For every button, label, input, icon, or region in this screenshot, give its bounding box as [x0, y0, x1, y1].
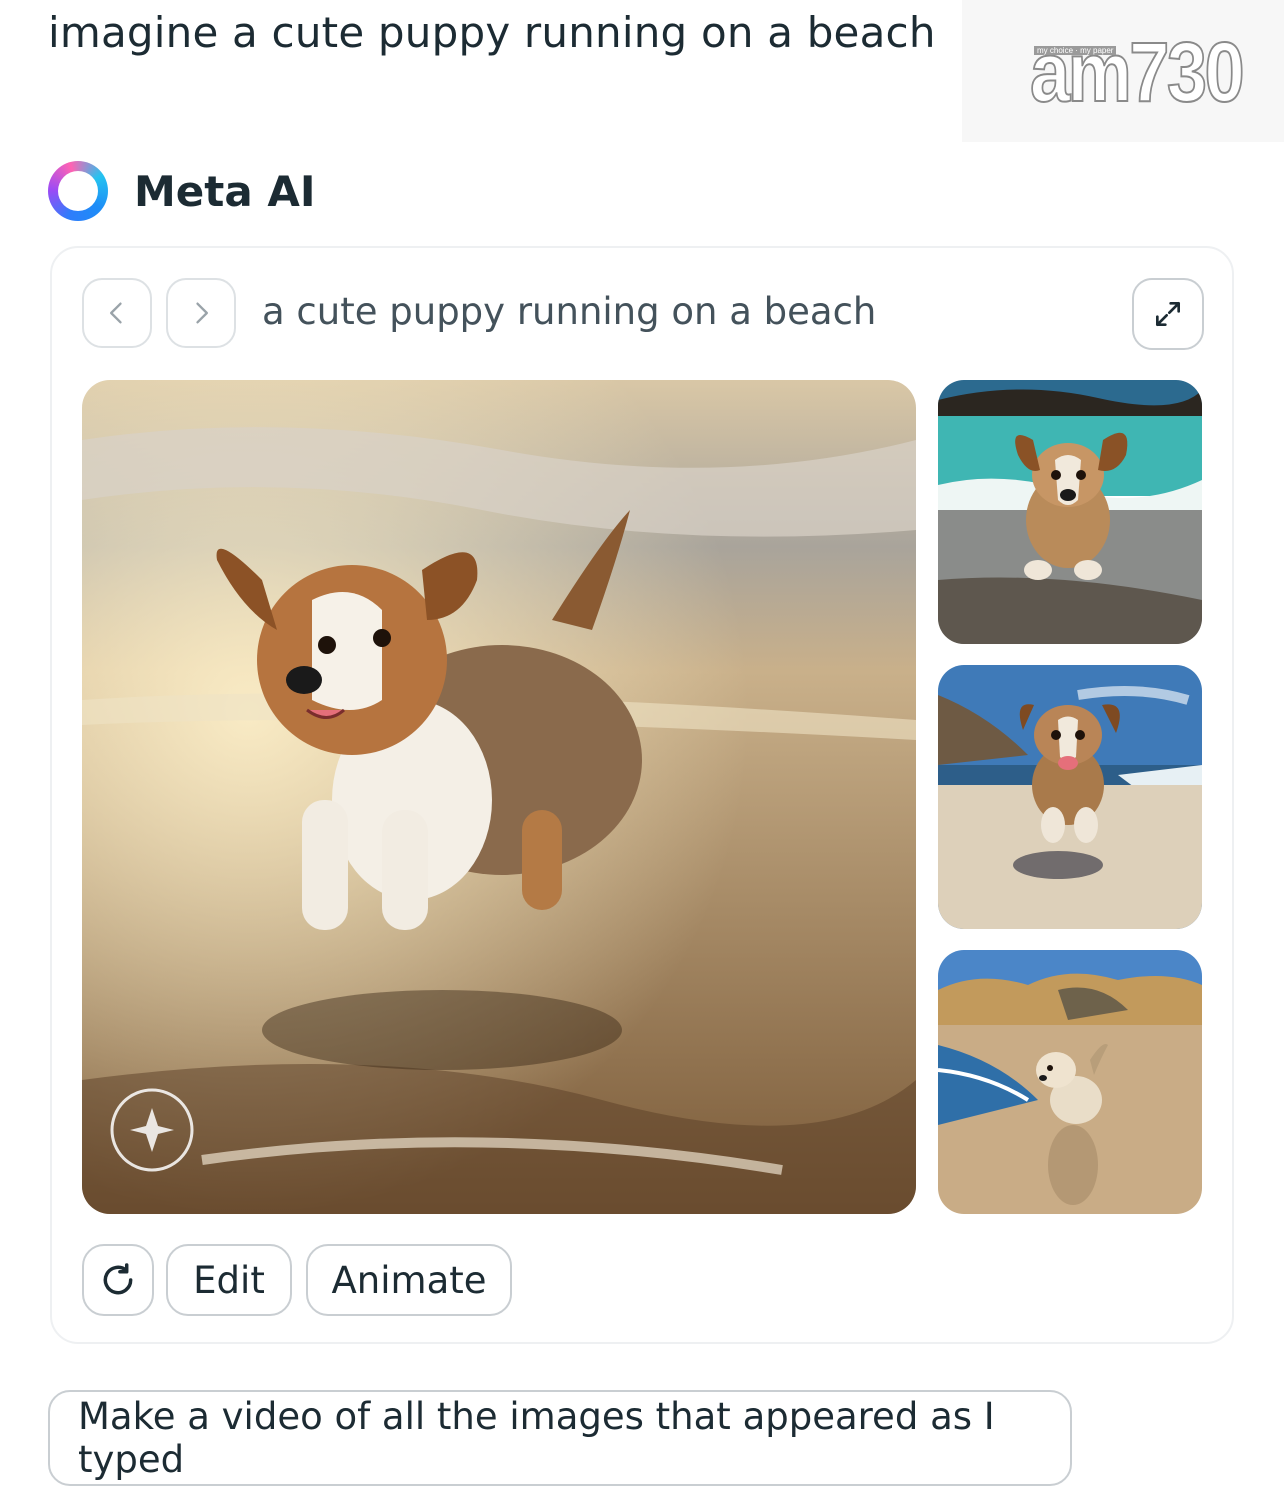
- next-button[interactable]: [166, 278, 236, 348]
- image-result-card: a cute puppy running on a beach Edit Ani…: [50, 246, 1234, 1344]
- suggestion-chip[interactable]: Make a video of all the images that appe…: [48, 1390, 1072, 1486]
- animate-button[interactable]: Animate: [306, 1244, 512, 1316]
- thumbnail-image-1[interactable]: [938, 380, 1202, 644]
- am730-logo: am730: [1029, 24, 1245, 120]
- expand-icon: [1156, 302, 1180, 326]
- expand-button[interactable]: [1132, 278, 1204, 350]
- chevron-right-icon: [196, 302, 208, 324]
- thumbnail-image-2[interactable]: [938, 665, 1202, 929]
- user-prompt-message: imagine a cute puppy running on a beach: [48, 8, 936, 57]
- am730-watermark: am730 my choice · my paper: [962, 0, 1284, 142]
- edit-button[interactable]: Edit: [166, 1244, 292, 1316]
- assistant-name: Meta AI: [134, 166, 316, 216]
- image-prompt-title: a cute puppy running on a beach: [262, 290, 877, 333]
- main-generated-image[interactable]: [82, 380, 916, 1214]
- previous-button[interactable]: [82, 278, 152, 348]
- assistant-header: Meta AI: [48, 160, 315, 222]
- refresh-icon: [103, 1263, 133, 1295]
- chevron-left-icon: [110, 302, 122, 324]
- meta-ai-logo-icon: [48, 161, 108, 221]
- watermark-tagline: my choice · my paper: [1034, 46, 1117, 55]
- thumbnail-image-3[interactable]: [938, 950, 1202, 1214]
- regenerate-button[interactable]: [82, 1244, 154, 1316]
